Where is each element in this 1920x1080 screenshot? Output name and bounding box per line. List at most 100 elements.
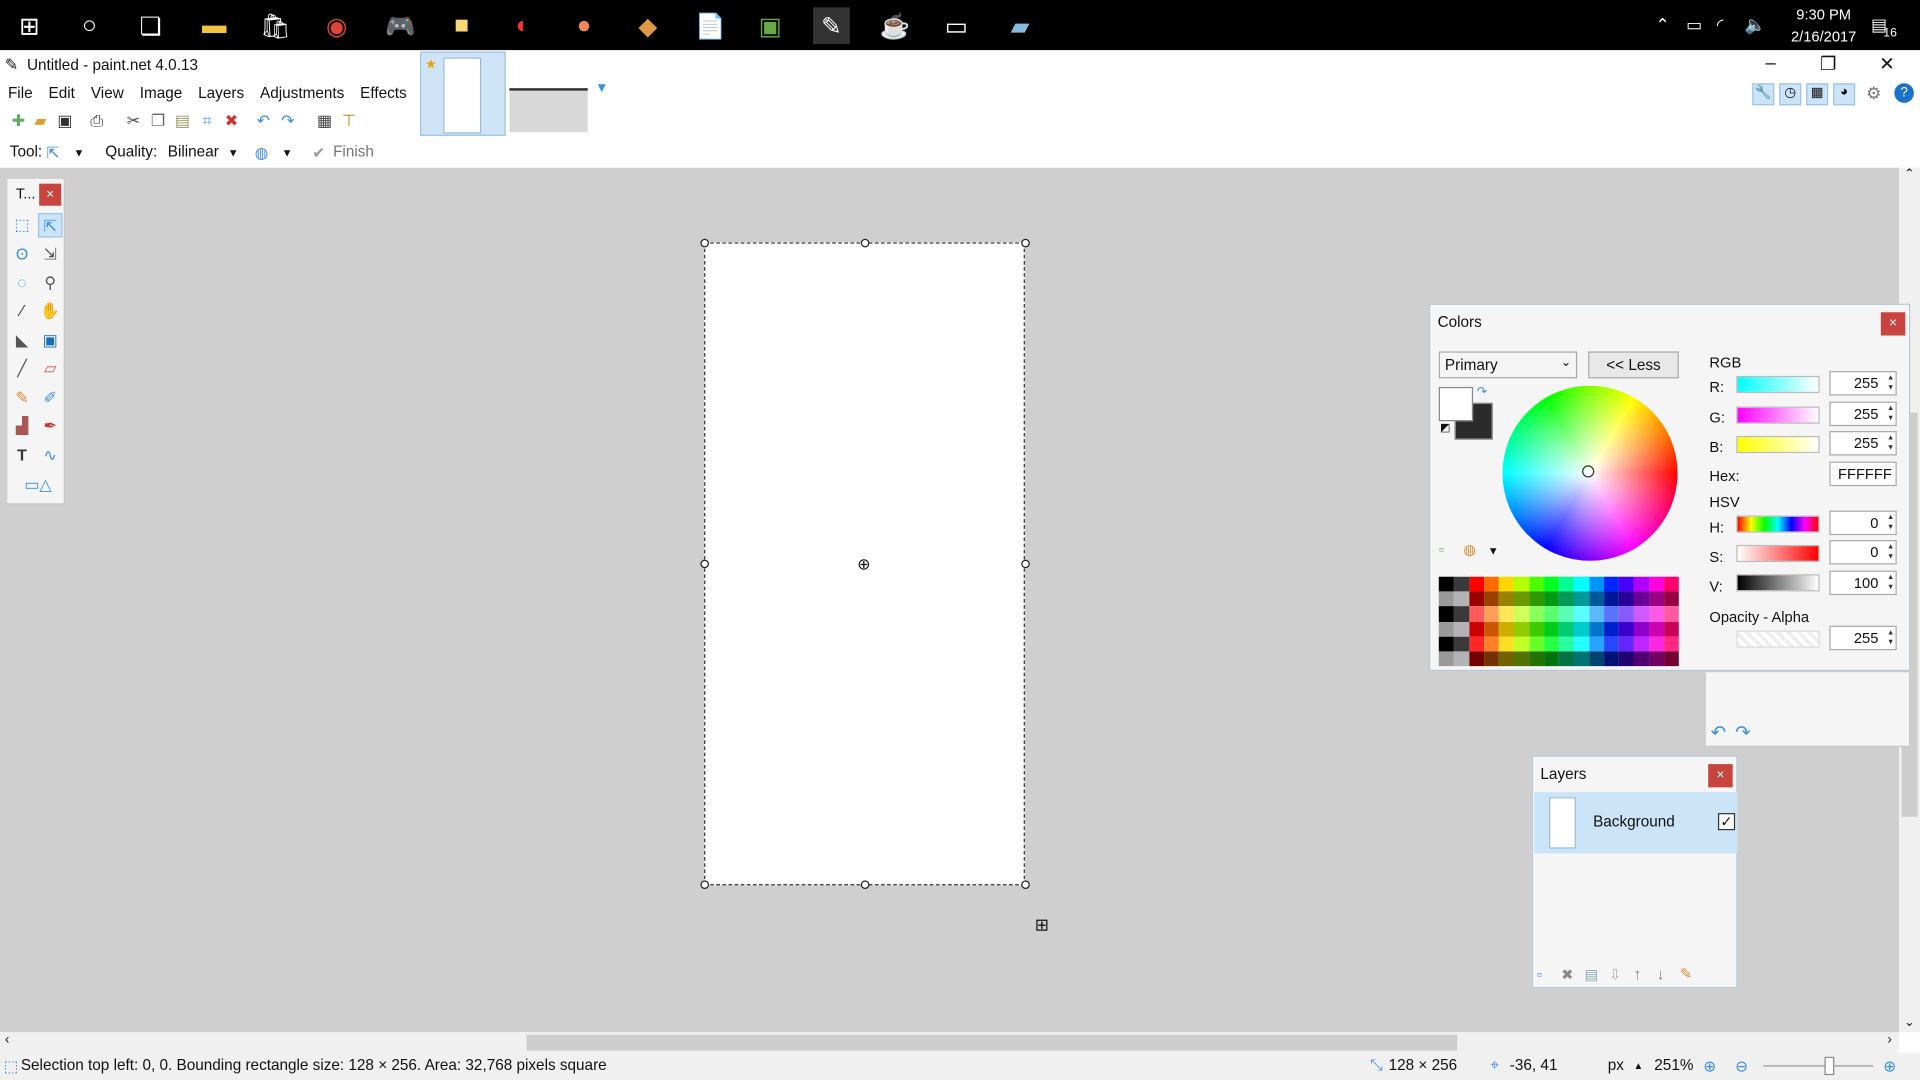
palette-swatch[interactable] bbox=[1618, 606, 1634, 622]
palette-swatch[interactable] bbox=[1513, 636, 1529, 652]
palette-swatch[interactable] bbox=[1468, 621, 1484, 637]
palette-swatch[interactable] bbox=[1618, 591, 1634, 607]
palette-swatch[interactable] bbox=[1513, 576, 1529, 592]
palette-swatch[interactable] bbox=[1498, 621, 1514, 637]
palette-swatch[interactable] bbox=[1543, 636, 1559, 652]
layer-properties-icon[interactable]: ✎ bbox=[1680, 965, 1692, 982]
zoom-icon[interactable]: ⚲ bbox=[38, 271, 62, 295]
palette-swatch[interactable] bbox=[1468, 576, 1484, 592]
palette-swatch[interactable] bbox=[1528, 621, 1544, 637]
palette-swatch[interactable] bbox=[1573, 636, 1589, 652]
recolor-icon[interactable]: ✒ bbox=[38, 414, 62, 438]
palette-swatch[interactable] bbox=[1483, 576, 1499, 592]
palette-swatch[interactable] bbox=[1438, 606, 1454, 622]
lasso-select-icon[interactable]: ʘ bbox=[10, 242, 34, 266]
merge-layer-icon[interactable]: ⇩ bbox=[1609, 966, 1621, 983]
scroll-right-icon[interactable]: › bbox=[1887, 1032, 1891, 1047]
gear-icon[interactable]: ⚙ bbox=[1866, 83, 1881, 104]
duplicate-layer-icon[interactable]: ▤ bbox=[1585, 966, 1599, 983]
palette-swatch[interactable] bbox=[1558, 636, 1574, 652]
selection-mode-icon[interactable]: ◍ bbox=[255, 143, 268, 161]
palette-swatch[interactable] bbox=[1603, 651, 1619, 667]
zoom-to-window-icon[interactable]: ⊕ bbox=[1703, 1057, 1716, 1075]
move-selected-icon[interactable]: ⇱ bbox=[37, 213, 63, 238]
palette-swatch[interactable] bbox=[1453, 576, 1469, 592]
palette-swatch[interactable] bbox=[1618, 621, 1634, 637]
zoom-level[interactable]: 251% bbox=[1654, 1057, 1693, 1074]
palette-swatch[interactable] bbox=[1498, 651, 1514, 667]
rectangle-select-icon[interactable]: ⬚ bbox=[10, 213, 34, 237]
resize-handle-bottom-left[interactable] bbox=[700, 880, 709, 889]
units-chevron-up-icon[interactable]: ▲ bbox=[1633, 1060, 1643, 1071]
menu-file[interactable]: File bbox=[0, 81, 41, 108]
palette-swatch[interactable] bbox=[1558, 606, 1574, 622]
cortana-icon[interactable]: ○ bbox=[71, 7, 108, 44]
chrome-icon[interactable]: ◉ bbox=[318, 7, 355, 44]
palette-swatch[interactable] bbox=[1633, 651, 1649, 667]
menu-effects[interactable]: Effects bbox=[352, 81, 414, 108]
palette-swatch[interactable] bbox=[1528, 606, 1544, 622]
resize-handle-bottom[interactable] bbox=[860, 880, 870, 889]
palette-swatch[interactable] bbox=[1438, 621, 1454, 637]
palette-swatch[interactable] bbox=[1648, 621, 1664, 637]
history-window-icon[interactable]: ◷ bbox=[1779, 83, 1802, 106]
palette-swatch[interactable] bbox=[1453, 621, 1469, 637]
value-input[interactable]: 100 ▲ ▼ bbox=[1829, 570, 1897, 596]
palette-swatch[interactable] bbox=[1663, 591, 1679, 607]
palette-swatch[interactable] bbox=[1468, 651, 1484, 667]
palette-swatch[interactable] bbox=[1513, 651, 1529, 667]
document-list-icon[interactable]: ▼ bbox=[595, 81, 608, 96]
palette-menu-icon[interactable]: ◍ bbox=[1463, 541, 1476, 558]
document-icon[interactable]: 📄 bbox=[692, 7, 729, 44]
palette-swatch[interactable] bbox=[1573, 621, 1589, 637]
palette-swatch[interactable] bbox=[1438, 636, 1454, 652]
palette-swatch[interactable] bbox=[1663, 636, 1679, 652]
tool-dropdown-chevron-down-icon[interactable]: ▼ bbox=[73, 147, 84, 159]
reset-colors-icon[interactable]: ◩ bbox=[1440, 421, 1450, 434]
palette-swatch[interactable] bbox=[1618, 576, 1634, 592]
palette-swatch[interactable] bbox=[1453, 591, 1469, 607]
add-layer-icon[interactable]: ▫ bbox=[1537, 966, 1542, 983]
add-to-palette-icon[interactable]: ▫ bbox=[1439, 541, 1444, 558]
saturation-spinner-icon[interactable]: ▲ ▼ bbox=[1882, 542, 1894, 562]
hue-slider[interactable] bbox=[1736, 515, 1820, 533]
units-select[interactable]: px bbox=[1608, 1057, 1624, 1074]
resize-handle-left[interactable] bbox=[700, 559, 709, 569]
layer-row-background[interactable]: Background ✓ bbox=[1534, 792, 1738, 854]
save-icon[interactable]: ▣ bbox=[54, 110, 76, 132]
windows-start-icon[interactable]: ⊞ bbox=[11, 7, 48, 44]
center-move-handle-icon[interactable]: ⊕ bbox=[857, 555, 870, 575]
palette-swatch[interactable] bbox=[1573, 591, 1589, 607]
palette-swatch[interactable] bbox=[1573, 651, 1589, 667]
file-explorer-icon[interactable]: ▬ bbox=[196, 7, 233, 44]
scroll-left-icon[interactable]: ‹ bbox=[5, 1032, 9, 1047]
swap-colors-icon[interactable]: ↷ bbox=[1477, 386, 1487, 399]
alpha-spinner-icon[interactable]: ▲ ▼ bbox=[1882, 628, 1894, 648]
text-icon[interactable]: T bbox=[10, 443, 34, 467]
magic-wand-icon[interactable]: ⁄ bbox=[10, 299, 34, 323]
move-selection-tool-icon[interactable]: ⇱ bbox=[47, 143, 60, 161]
game-controller-icon[interactable]: 🎮 bbox=[382, 7, 419, 44]
palette-swatch[interactable] bbox=[1663, 651, 1679, 667]
resize-handle-bottom-right[interactable] bbox=[1021, 880, 1030, 889]
quality-select[interactable]: Bilinear bbox=[168, 143, 219, 160]
palette-swatch[interactable] bbox=[1498, 636, 1514, 652]
palette-swatch[interactable] bbox=[1438, 651, 1454, 667]
history-redo-icon[interactable]: ↷ bbox=[1735, 721, 1750, 743]
zoom-out-icon[interactable]: ⊖ bbox=[1735, 1057, 1748, 1075]
grid-icon[interactable]: ▦ bbox=[313, 110, 335, 132]
pencil-icon[interactable]: ✎ bbox=[10, 386, 34, 410]
clock[interactable]: 9:30 PM 2/16/2017 bbox=[1791, 4, 1856, 48]
palette-swatch[interactable] bbox=[1483, 621, 1499, 637]
palette-swatch[interactable] bbox=[1573, 576, 1589, 592]
palette-swatch[interactable] bbox=[1648, 591, 1664, 607]
hue-input[interactable]: 0 ▲ ▼ bbox=[1829, 510, 1897, 536]
palette-swatch[interactable] bbox=[1648, 576, 1664, 592]
hex-input[interactable]: FFFFFF bbox=[1829, 461, 1897, 487]
palette-swatch[interactable] bbox=[1648, 636, 1664, 652]
palette-swatch[interactable] bbox=[1528, 636, 1544, 652]
palette-chevron-down-icon[interactable]: ▼ bbox=[1488, 545, 1499, 557]
palette-swatch[interactable] bbox=[1633, 621, 1649, 637]
palette-swatch[interactable] bbox=[1543, 591, 1559, 607]
red-input[interactable]: 255 ▲ ▼ bbox=[1829, 371, 1897, 396]
